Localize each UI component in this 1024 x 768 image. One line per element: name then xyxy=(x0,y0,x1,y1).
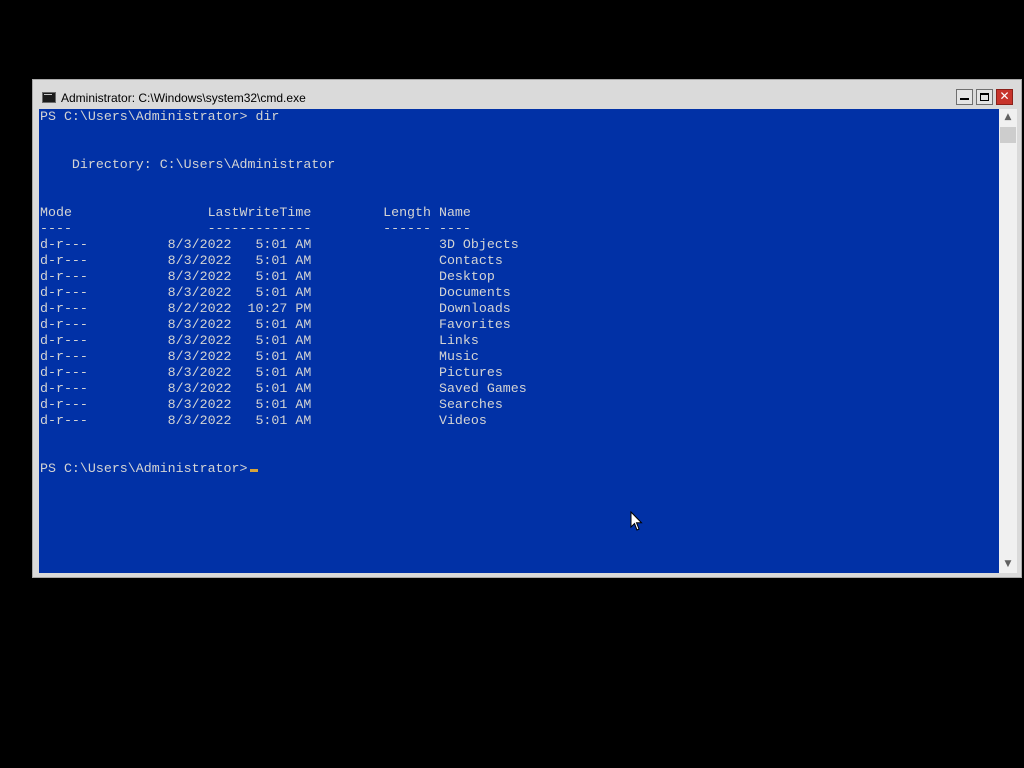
close-icon: ✕ xyxy=(999,89,1010,103)
minimize-icon xyxy=(960,98,969,100)
console-line: d-r--- 8/3/2022 5:01 AM Saved Games xyxy=(40,381,527,396)
chevron-up-icon: ▲ xyxy=(1004,112,1012,122)
console-line: d-r--- 8/3/2022 5:01 AM Videos xyxy=(40,413,487,428)
console-line: d-r--- 8/3/2022 5:01 AM Contacts xyxy=(40,253,503,268)
prompt-glyph xyxy=(44,94,52,98)
console-line: d-r--- 8/3/2022 5:01 AM Desktop xyxy=(40,269,495,284)
chevron-down-icon: ▼ xyxy=(1004,559,1012,569)
scroll-thumb[interactable] xyxy=(1000,127,1016,143)
console-line: Mode LastWriteTime Length Name xyxy=(40,205,471,220)
maximize-icon xyxy=(980,93,989,101)
console-line: d-r--- 8/3/2022 5:01 AM Pictures xyxy=(40,365,503,380)
vertical-scrollbar[interactable]: ▲ ▼ xyxy=(999,109,1017,573)
console-line: Directory: C:\Users\Administrator xyxy=(40,157,336,172)
scroll-down-button[interactable]: ▼ xyxy=(999,556,1017,573)
prompt-line[interactable]: PS C:\Users\Administrator> xyxy=(40,461,999,477)
window-title: Administrator: C:\Windows\system32\cmd.e… xyxy=(61,91,306,105)
console-output-area[interactable]: PS C:\Users\Administrator> dir Directory… xyxy=(39,109,999,573)
text-cursor xyxy=(250,469,259,472)
console-line: d-r--- 8/3/2022 5:01 AM Favorites xyxy=(40,317,511,332)
console-line: d-r--- 8/3/2022 5:01 AM Music xyxy=(40,349,479,364)
maximize-button[interactable] xyxy=(976,89,993,105)
console-line: PS C:\Users\Administrator> dir xyxy=(40,109,280,124)
console-prompt: PS C:\Users\Administrator> xyxy=(40,461,248,476)
console-window[interactable]: Administrator: C:\Windows\system32\cmd.e… xyxy=(32,79,1022,578)
console-line: d-r--- 8/3/2022 5:01 AM Searches xyxy=(40,397,503,412)
console-line: d-r--- 8/3/2022 5:01 AM Links xyxy=(40,333,479,348)
minimize-button[interactable] xyxy=(956,89,973,105)
mouse-pointer-icon xyxy=(630,511,643,531)
console-line: d-r--- 8/3/2022 5:01 AM Documents xyxy=(40,285,511,300)
console-icon[interactable] xyxy=(42,92,56,103)
close-button[interactable]: ✕ xyxy=(996,89,1013,105)
console-line: d-r--- 8/2/2022 10:27 PM Downloads xyxy=(40,301,511,316)
title-bar[interactable]: Administrator: C:\Windows\system32\cmd.e… xyxy=(33,80,1021,109)
scroll-up-button[interactable]: ▲ xyxy=(999,109,1017,126)
console-line: d-r--- 8/3/2022 5:01 AM 3D Objects xyxy=(40,237,519,252)
console-text[interactable]: PS C:\Users\Administrator> dir Directory… xyxy=(39,109,999,477)
console-line: ---- ------------- ------ ---- xyxy=(40,221,471,236)
